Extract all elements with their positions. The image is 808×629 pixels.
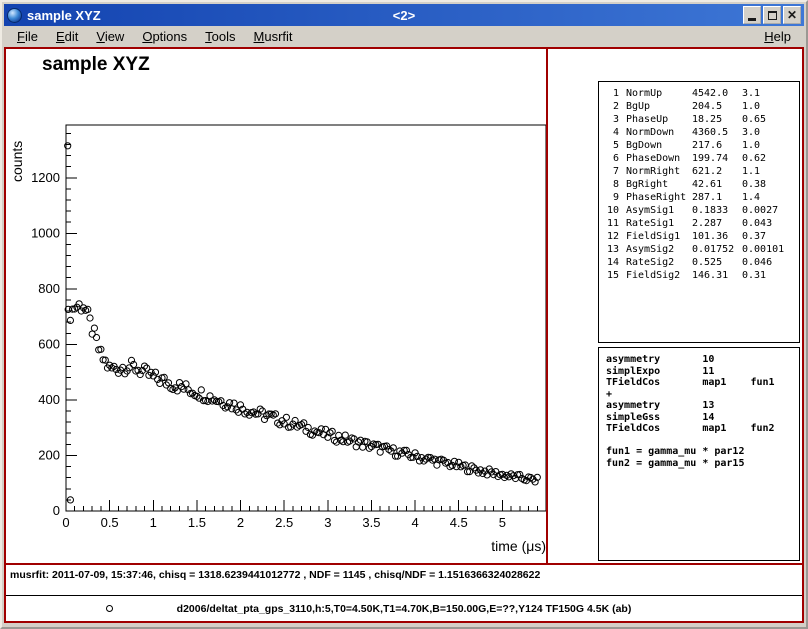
menubar: FileEditViewOptionsToolsMusrfit Help (4, 26, 804, 47)
minimize-icon (748, 18, 756, 21)
legend-label: d2006/deltat_pta_gps_3110,h:5,T0=4.50K,T… (6, 603, 802, 615)
menu-item-options[interactable]: Options (133, 27, 196, 46)
svg-text:2.5: 2.5 (275, 515, 293, 530)
window-title: sample XYZ (27, 8, 101, 23)
stats-row: 11RateSig12.2870.043 (606, 217, 797, 230)
stats-row: 2BgUp204.51.0 (606, 100, 797, 113)
svg-text:600: 600 (38, 336, 60, 351)
legend-marker-icon (106, 605, 113, 612)
stats-row: 9PhaseRight287.11.4 (606, 191, 797, 204)
stats-row: 12FieldSig1101.360.37 (606, 230, 797, 243)
theory-line: fun2 = gamma_mu * par15 (606, 458, 797, 470)
theory-line: simpleGss 14 (606, 412, 797, 424)
svg-text:200: 200 (38, 447, 60, 462)
app-icon (7, 8, 22, 23)
svg-text:800: 800 (38, 281, 60, 296)
stats-row: 3PhaseUp18.250.65 (606, 113, 797, 126)
menu-item-help[interactable]: Help (755, 27, 800, 46)
menu-item-musrfit[interactable]: Musrfit (245, 27, 302, 46)
menu-item-tools[interactable]: Tools (196, 27, 244, 46)
stats-row: 4NormDown4360.53.0 (606, 126, 797, 139)
svg-text:0: 0 (62, 515, 69, 530)
root-canvas[interactable]: sample XYZ 00.511.522.533.544.5502004006… (4, 47, 804, 623)
svg-text:1200: 1200 (31, 170, 60, 185)
theory-line: TFieldCos map1 fun2 (606, 423, 797, 435)
svg-text:3: 3 (324, 515, 331, 530)
close-icon: ✕ (787, 9, 797, 21)
maximize-icon (768, 11, 777, 20)
theory-line: asymmetry 13 (606, 400, 797, 412)
legend: d2006/deltat_pta_gps_3110,h:5,T0=4.50K,T… (6, 595, 802, 621)
stats-row: 8BgRight42.610.38 (606, 178, 797, 191)
stats-row: 14RateSig20.5250.046 (606, 256, 797, 269)
histogram-plot[interactable]: 0 0.5 1 1.5 2 2.5 3 3.5 4 4.5 5 0 200 400 600 800 1000 12… (6, 49, 548, 561)
theory-line: + (606, 389, 797, 401)
theory-line (606, 435, 797, 447)
stats-row: 5BgDown217.61.0 (606, 139, 797, 152)
menubar-items: FileEditViewOptionsToolsMusrfit (8, 27, 302, 46)
svg-text:0.5: 0.5 (101, 515, 119, 530)
stats-row: 6PhaseDown199.740.62 (606, 152, 797, 165)
svg-text:time (μs): time (μs) (491, 538, 546, 554)
menu-item-view[interactable]: View (87, 27, 133, 46)
svg-text:4: 4 (411, 515, 418, 530)
svg-text:4.5: 4.5 (450, 515, 468, 530)
window-controls: ✕ (743, 6, 801, 24)
svg-text:3.5: 3.5 (362, 515, 380, 530)
stats-row: 10AsymSig10.18330.0027 (606, 204, 797, 217)
theory-line: simplExpo 11 (606, 366, 797, 378)
svg-text:1000: 1000 (31, 225, 60, 240)
fit-info-line: musrfit: 2011-07-09, 15:37:46, chisq = 1… (10, 569, 540, 581)
pad-divider-vertical (546, 49, 548, 563)
svg-text:1: 1 (150, 515, 157, 530)
svg-text:2: 2 (237, 515, 244, 530)
stats-row: 1NormUp4542.03.1 (606, 87, 797, 100)
window-workspace-label: <2> (393, 8, 415, 23)
minimize-button[interactable] (743, 6, 761, 24)
stats-row: 13AsymSig20.017520.00101 (606, 243, 797, 256)
theory-function-box: asymmetry 10simplExpo 11TFieldCos map1 f… (598, 347, 800, 561)
menubar-help: Help (755, 27, 800, 46)
svg-text:counts: counts (9, 141, 25, 182)
menu-item-edit[interactable]: Edit (47, 27, 87, 46)
theory-line: asymmetry 10 (606, 354, 797, 366)
svg-text:1.5: 1.5 (188, 515, 206, 530)
titlebar[interactable]: sample XYZ <2> ✕ (4, 4, 804, 26)
app-window: sample XYZ <2> ✕ FileEditViewOptionsTool… (0, 0, 808, 629)
theory-line: fun1 = gamma_mu * par12 (606, 446, 797, 458)
parameter-stats-box: 1NormUp4542.03.12BgUp204.51.03PhaseUp18.… (598, 81, 800, 343)
stats-row: 15FieldSig2146.310.31 (606, 269, 797, 282)
stats-row: 7NormRight621.21.1 (606, 165, 797, 178)
close-button[interactable]: ✕ (783, 6, 801, 24)
svg-text:400: 400 (38, 392, 60, 407)
svg-text:0: 0 (53, 503, 60, 518)
menu-item-file[interactable]: File (8, 27, 47, 46)
maximize-button[interactable] (763, 6, 781, 24)
svg-text:5: 5 (499, 515, 506, 530)
pad-divider-horizontal (6, 563, 802, 565)
theory-line: TFieldCos map1 fun1 (606, 377, 797, 389)
